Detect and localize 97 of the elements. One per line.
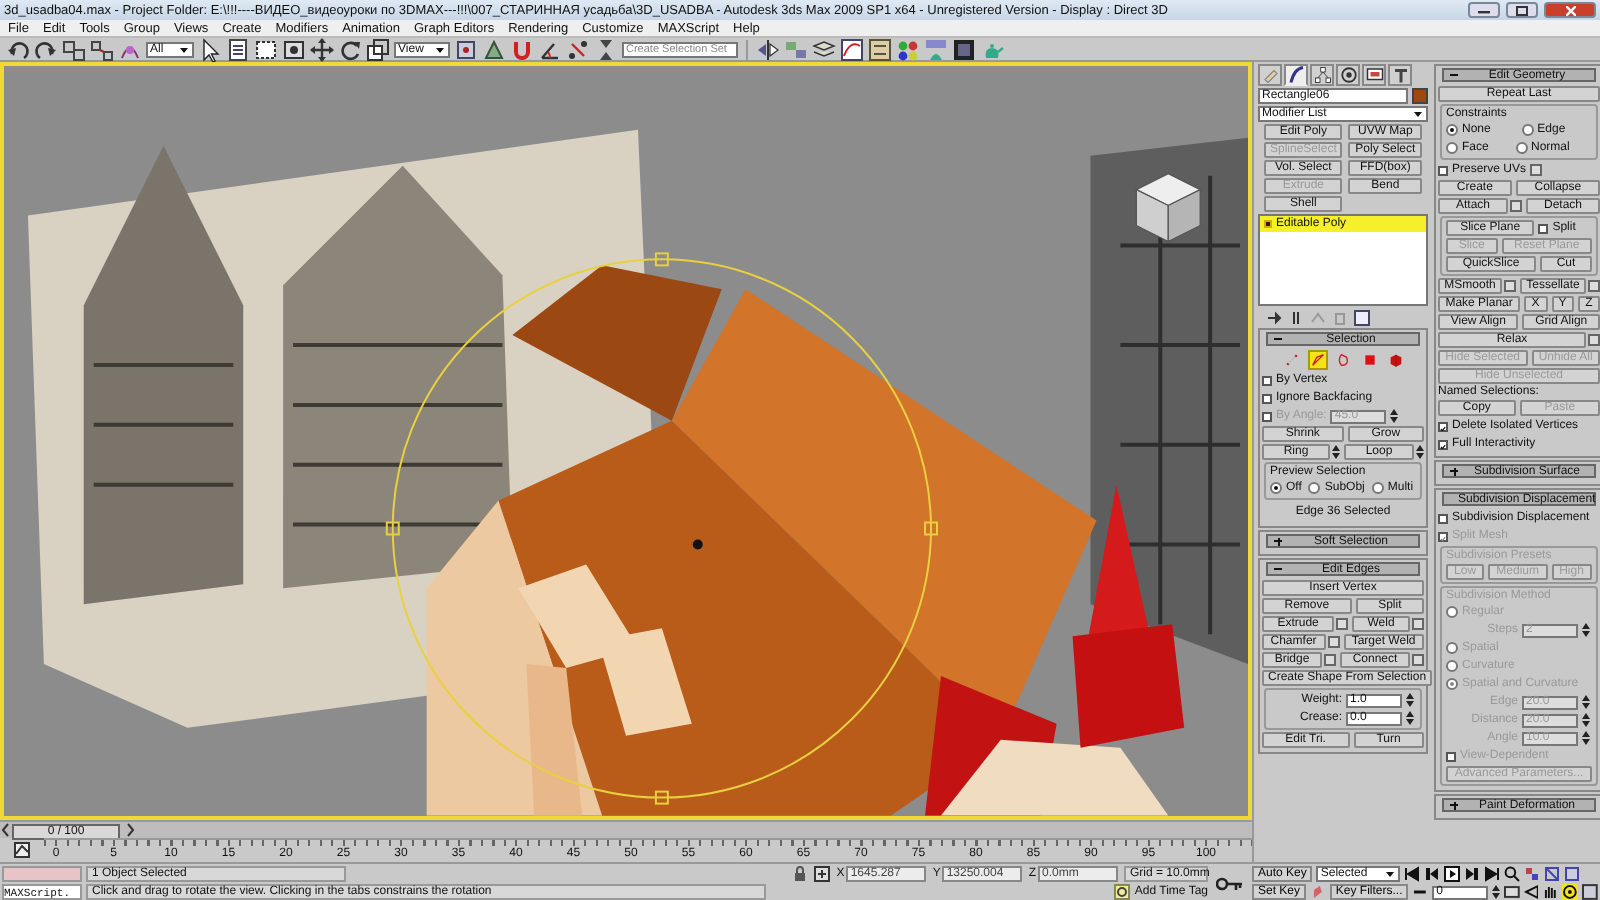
radio-button[interactable]	[1270, 482, 1282, 494]
checkbox[interactable]	[1538, 223, 1549, 233]
minimize-button[interactable]	[1468, 2, 1500, 18]
object-color-swatch[interactable]	[1412, 88, 1428, 104]
go-to-start-icon[interactable]	[1404, 866, 1421, 882]
element-mode-icon[interactable]	[1385, 350, 1405, 370]
checkbox[interactable]	[1262, 393, 1272, 403]
dropdown-arrow-icon[interactable]	[434, 43, 446, 55]
rectangle-region-icon[interactable]	[254, 37, 278, 61]
radio-button[interactable]	[1446, 124, 1458, 136]
field-of-view-icon[interactable]	[1523, 884, 1539, 900]
layers-icon[interactable]	[812, 37, 836, 61]
absolute-mode-icon[interactable]	[814, 866, 831, 882]
time-configuration-icon[interactable]	[1503, 884, 1520, 900]
zoom-extents-icon[interactable]	[1544, 866, 1561, 882]
pivot-point-icon	[692, 539, 703, 550]
modify-tab-icon[interactable]	[1284, 64, 1308, 86]
edge-mode-icon[interactable]	[1307, 350, 1327, 370]
maximize-viewport-icon[interactable]	[1582, 884, 1599, 900]
spinner-arrows-icon[interactable]	[1406, 710, 1414, 726]
utilities-tab-icon[interactable]	[1388, 64, 1412, 86]
spinner-arrows-icon[interactable]	[1491, 884, 1500, 900]
checkbox[interactable]	[1438, 421, 1448, 431]
motion-tab-icon[interactable]	[1336, 64, 1360, 86]
curve-editor-icon[interactable]	[14, 841, 30, 858]
spinner-arrows-icon[interactable]	[1390, 408, 1399, 424]
settings-box-icon[interactable]	[1327, 636, 1340, 648]
next-frame-icon[interactable]	[124, 821, 136, 838]
time-tag-icon[interactable]	[1114, 884, 1131, 900]
rotate-icon[interactable]	[338, 37, 362, 61]
settings-box-icon[interactable]	[1588, 334, 1600, 346]
previous-frame-icon[interactable]	[0, 821, 12, 838]
move-icon[interactable]	[310, 37, 334, 61]
configure-sets-icon[interactable]	[1354, 309, 1370, 325]
select-arrow-icon[interactable]	[198, 37, 222, 61]
close-icon	[1565, 5, 1575, 15]
polygon-mode-icon[interactable]	[1359, 350, 1379, 370]
settings-box-icon[interactable]	[1412, 654, 1425, 666]
hierarchy-tab-icon[interactable]	[1310, 64, 1334, 86]
settings-box-icon[interactable]	[1510, 200, 1522, 212]
checkbox[interactable]	[1438, 439, 1448, 449]
settings-box-icon[interactable]	[1504, 280, 1516, 292]
pivot-icon[interactable]	[454, 37, 478, 61]
undo-icon[interactable]	[6, 37, 30, 61]
orbit-icon[interactable]	[1562, 884, 1579, 900]
radio-button[interactable]	[1521, 124, 1534, 136]
display-tab-icon[interactable]	[1362, 64, 1386, 86]
play-icon[interactable]	[1444, 866, 1461, 882]
material-editor-icon[interactable]	[896, 37, 920, 61]
zoom-icon[interactable]	[1504, 866, 1521, 882]
settings-box-icon[interactable]	[1588, 280, 1600, 292]
lock-icon[interactable]	[792, 866, 809, 882]
viewport[interactable]	[0, 62, 1252, 820]
scale-icon[interactable]	[366, 37, 390, 61]
redo-icon[interactable]	[34, 37, 58, 61]
view-cube-icon[interactable]	[1135, 172, 1202, 243]
border-mode-icon[interactable]	[1333, 350, 1353, 370]
curve-editor-icon[interactable]	[840, 37, 864, 61]
maximize-icon	[1516, 5, 1528, 15]
dropdown-arrow-icon[interactable]	[1412, 108, 1424, 120]
settings-box-icon[interactable]	[1412, 618, 1424, 630]
next-frame-icon[interactable]	[1464, 866, 1481, 882]
maximize-button[interactable]	[1506, 2, 1538, 18]
checkbox[interactable]	[1438, 165, 1448, 175]
zoom-extents-all-icon[interactable]	[1564, 866, 1581, 882]
zoom-all-icon[interactable]	[1524, 866, 1541, 882]
spinner-arrows-icon[interactable]	[1406, 692, 1414, 708]
checkbox[interactable]	[1438, 513, 1448, 523]
spinner-arrows-icon[interactable]	[1416, 444, 1425, 460]
show-end-result-icon[interactable]	[1288, 309, 1304, 325]
settings-box-icon[interactable]	[1336, 618, 1349, 630]
pin-stack-icon[interactable]	[1266, 309, 1282, 325]
select-by-name-icon[interactable]	[226, 37, 250, 61]
rendered-frame-icon[interactable]	[952, 37, 976, 61]
unlink-icon[interactable]	[90, 37, 114, 61]
mirror-icon[interactable]	[756, 37, 780, 61]
dropdown-arrow-icon[interactable]	[178, 43, 190, 55]
percent-snap-icon[interactable]	[566, 37, 590, 61]
radio-button[interactable]	[1515, 142, 1527, 154]
go-to-end-icon[interactable]	[1484, 866, 1501, 882]
radio-button[interactable]	[1446, 142, 1458, 154]
minimize-icon	[1478, 6, 1490, 14]
window-crossing-icon[interactable]	[282, 37, 306, 61]
spinner-arrows-icon[interactable]	[1332, 444, 1340, 460]
previous-frame-icon[interactable]	[1424, 866, 1441, 882]
checkbox[interactable]	[1262, 375, 1272, 385]
radio-button[interactable]	[1371, 482, 1384, 494]
snap-magnet-icon[interactable]	[510, 37, 534, 61]
orbit-gizmo[interactable]	[385, 252, 938, 805]
close-button[interactable]	[1544, 2, 1596, 18]
settings-box-icon[interactable]	[1324, 654, 1336, 666]
radio-button[interactable]	[1308, 482, 1321, 494]
link-icon[interactable]	[62, 37, 86, 61]
schematic-view-icon[interactable]	[868, 37, 892, 61]
dropdown-arrow-icon[interactable]	[1384, 868, 1397, 880]
pan-hand-icon[interactable]	[1542, 884, 1559, 900]
settings-box-icon[interactable]	[1530, 164, 1543, 176]
